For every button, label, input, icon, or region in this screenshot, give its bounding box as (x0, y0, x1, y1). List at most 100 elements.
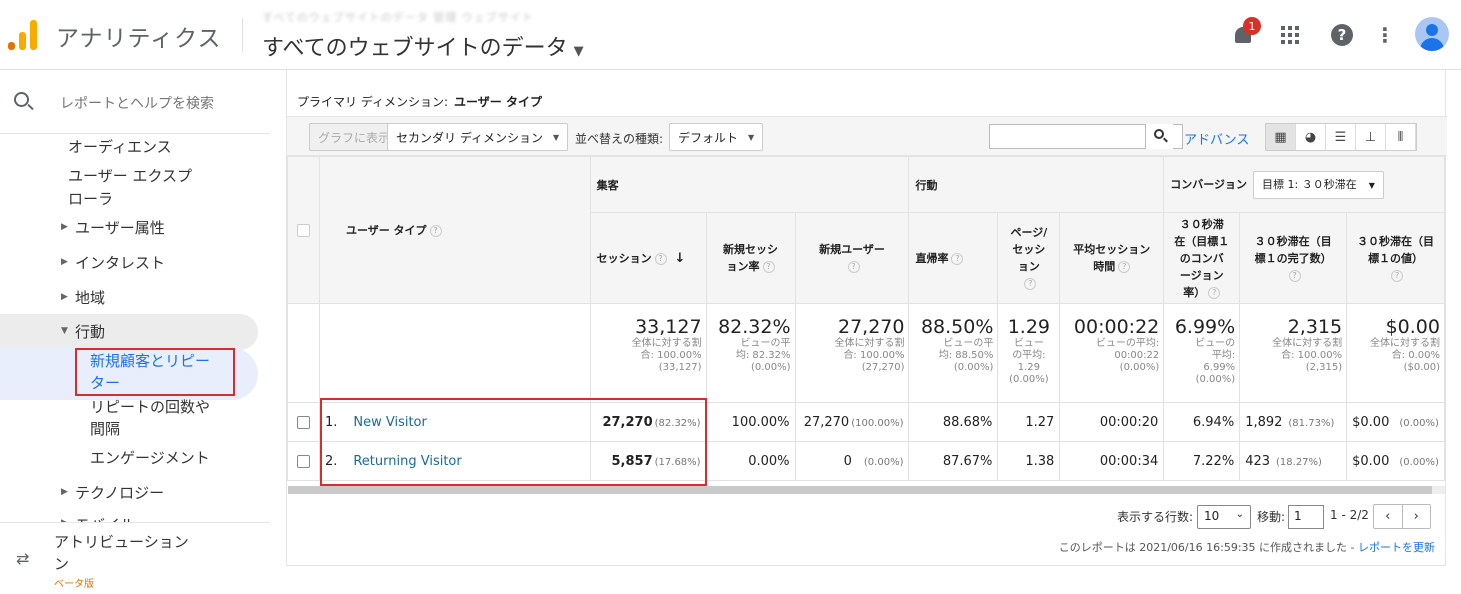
account-name[interactable]: すべてのウェブサイトのデータ 管理 ウェブサイト (262, 9, 534, 25)
select-all-cell (287, 156, 320, 304)
help-icon[interactable]: ? (1024, 278, 1037, 290)
col-goal-value[interactable]: ３０秒滞在（目 標１の値）? (1346, 212, 1445, 304)
row-checkbox[interactable] (296, 454, 310, 468)
col-avg-session-duration[interactable]: 平均セッション 時間? (1059, 212, 1165, 304)
sidebar-item-frequency-2[interactable]: 間隔 (90, 418, 120, 439)
comparison-view-icon[interactable]: ⊥ (1356, 124, 1386, 150)
active-section-bg (0, 314, 258, 350)
sidebar-item-demographics[interactable]: ユーザー属性 (75, 217, 165, 238)
sidebar-search[interactable]: レポートとヘルプを検索 (0, 70, 270, 134)
sidebar-item-engagement[interactable]: エンゲージメント (90, 447, 210, 468)
sort-type-select[interactable]: デフォルト ▼ (669, 123, 764, 151)
total-goal-conversion-rate: 6.99% ビューの 平均: 6.99% (0.00%) (1163, 303, 1241, 403)
cell-value: 0 (843, 453, 852, 469)
total-goal-completions: 2,315 全体に対する割 合: 100.00% (2,315) (1239, 303, 1348, 403)
group-conversion: コンバージョン 目標 1: ３０秒滞在 ▼ (1163, 156, 1445, 213)
col-goal-completions[interactable]: ３０秒滞在（目 標１の完了数）? (1239, 212, 1348, 304)
cell-avg-session-duration: 00:00:20 (1059, 402, 1165, 442)
col-label: ページ/ (1010, 226, 1048, 239)
sidebar-item-user-explorer-2[interactable]: ローラ (68, 188, 113, 209)
cell-new-sessions: 0.00% (705, 441, 796, 481)
col-sessions[interactable]: セッション? ↓ (589, 212, 707, 304)
help-icon[interactable]: ? (429, 225, 442, 237)
caret-down-icon: ▼ (1368, 180, 1375, 190)
rows-per-page-value: 10 (1204, 509, 1220, 523)
row-select-cell (287, 441, 320, 481)
secondary-dimension-label: セカンダリ ディメンション (396, 130, 543, 145)
help-icon[interactable]: ? (1329, 22, 1355, 48)
more-vert-icon[interactable]: ⋮ (1372, 22, 1398, 48)
help-icon[interactable]: ? (951, 252, 964, 265)
cell-new-sessions: 100.00% (705, 402, 796, 442)
rows-per-page-select[interactable]: 10 ⌄ (1197, 505, 1251, 529)
sidebar-item-interests[interactable]: インタレスト (75, 252, 165, 273)
prev-page-button[interactable]: ‹ (1374, 505, 1403, 528)
help-icon[interactable]: ? (762, 261, 775, 273)
apps-grid-icon[interactable] (1281, 26, 1299, 44)
refresh-report-link[interactable]: レポートを更新 (1358, 541, 1435, 554)
select-all-checkbox[interactable] (296, 223, 310, 237)
goto-page-input[interactable]: 1 (1288, 505, 1324, 529)
col-goal-conversion-rate[interactable]: ３０秒滞 在（目標１ のコンバ ージョン 率）? (1163, 212, 1241, 304)
help-icon[interactable]: ? (1288, 269, 1301, 282)
help-icon[interactable]: ? (654, 252, 667, 265)
pie-view-icon[interactable]: ◕ (1296, 124, 1326, 150)
sidebar-item-user-explorer[interactable]: ユーザー エクスプ (68, 165, 192, 186)
table-search-button[interactable] (1145, 124, 1173, 149)
primary-dimension-value[interactable]: ユーザー タイプ (454, 95, 542, 109)
col-bounce-rate[interactable]: 直帰率? (908, 212, 999, 304)
top-bar: アナリティクス すべてのウェブサイトのデータ 管理 ウェブサイト すべてのウェブ… (0, 0, 1461, 70)
col-new-users[interactable]: 新規ユーザー? (794, 212, 910, 304)
expand-arrow-icon: ▶ (61, 292, 68, 302)
col-pages-per-session[interactable]: ページ/セッシ ョン? (997, 212, 1061, 304)
pivot-view-icon[interactable]: ⦀ (1386, 124, 1416, 150)
total-sub: ビューの平 (943, 338, 994, 349)
dimension-header[interactable]: ユーザー タイプ? (318, 156, 591, 304)
sort-type-value: デフォルト (678, 130, 739, 145)
caret-down-icon: ▼ (573, 44, 584, 59)
col-label: セッシ (1012, 243, 1046, 256)
notification-bell-icon[interactable]: 1 (1230, 17, 1261, 48)
cell-pct: (0.00%) (863, 456, 904, 468)
sidebar-item-geo[interactable]: 地域 (75, 287, 105, 308)
total-bounce-rate: 88.50% ビューの平 均: 88.50% (0.00%) (908, 303, 999, 403)
cell-bounce-rate: 88.68% (908, 402, 999, 442)
sidebar-item-behavior[interactable]: 行動 (75, 321, 105, 342)
search-input[interactable]: レポートとヘルプを検索 (60, 93, 214, 113)
advanced-filter-link[interactable]: アドバンス (1184, 129, 1249, 148)
total-value: 27,270 (838, 316, 905, 338)
total-new-sessions: 82.32% ビューの平 均: 82.32% (0.00%) (705, 303, 796, 403)
total-sub: 全体に対する割 (1370, 338, 1440, 349)
table-view-icon[interactable]: ▦ (1266, 124, 1296, 150)
analytics-logo[interactable] (8, 20, 38, 50)
horizontal-scrollbar[interactable] (288, 486, 1432, 494)
col-label: のコンバ (1179, 251, 1224, 265)
sidebar-item-audience-overview[interactable]: オーディエンス (68, 136, 172, 157)
performance-view-icon[interactable]: ☰ (1326, 124, 1356, 150)
cell-pct: (81.73%) (1288, 417, 1335, 429)
next-page-button[interactable]: › (1403, 505, 1431, 528)
primary-dimension-label: プライマリ ディメンション: (297, 95, 449, 109)
table-controls: グラフに表示 セカンダリ ディメンション ▼ 並べ替えの種類: デフォルト ▼ アド… (287, 116, 1447, 156)
property-selector[interactable]: すべてのウェブサイトのデータ ▼ (262, 30, 584, 62)
help-icon[interactable]: ? (1118, 261, 1131, 273)
total-sub: (33,127) (658, 362, 702, 373)
total-sub: 全体に対する割 (631, 338, 702, 349)
col-label: 平均セッション (1073, 243, 1151, 256)
pager-arrows: ‹ › (1373, 504, 1431, 529)
help-icon[interactable]: ? (847, 261, 860, 273)
notification-badge: 1 (1243, 17, 1261, 35)
help-icon[interactable]: ? (1208, 286, 1221, 299)
sidebar-item-technology[interactable]: テクノロジー (75, 482, 164, 503)
sidebar-attribution[interactable]: ⇄ アトリビューションン ベータ版 (0, 522, 270, 594)
help-icon[interactable]: ? (1391, 269, 1404, 282)
plot-rows-button[interactable]: グラフに表示 (309, 123, 400, 151)
col-new-sessions[interactable]: 新規セッシ ョン率? (705, 212, 796, 304)
sidebar-item-frequency[interactable]: リピートの回数や (90, 396, 210, 417)
goal-select[interactable]: 目標 1: ３０秒滞在 ▼ (1253, 170, 1384, 199)
col-label: ３０秒滞在（目 (1254, 234, 1332, 248)
avatar[interactable] (1415, 17, 1449, 51)
row-checkbox[interactable] (296, 415, 310, 429)
attribution-label-line1: アトリビューション (54, 533, 189, 551)
secondary-dimension-select[interactable]: セカンダリ ディメンション ▼ (387, 123, 569, 151)
